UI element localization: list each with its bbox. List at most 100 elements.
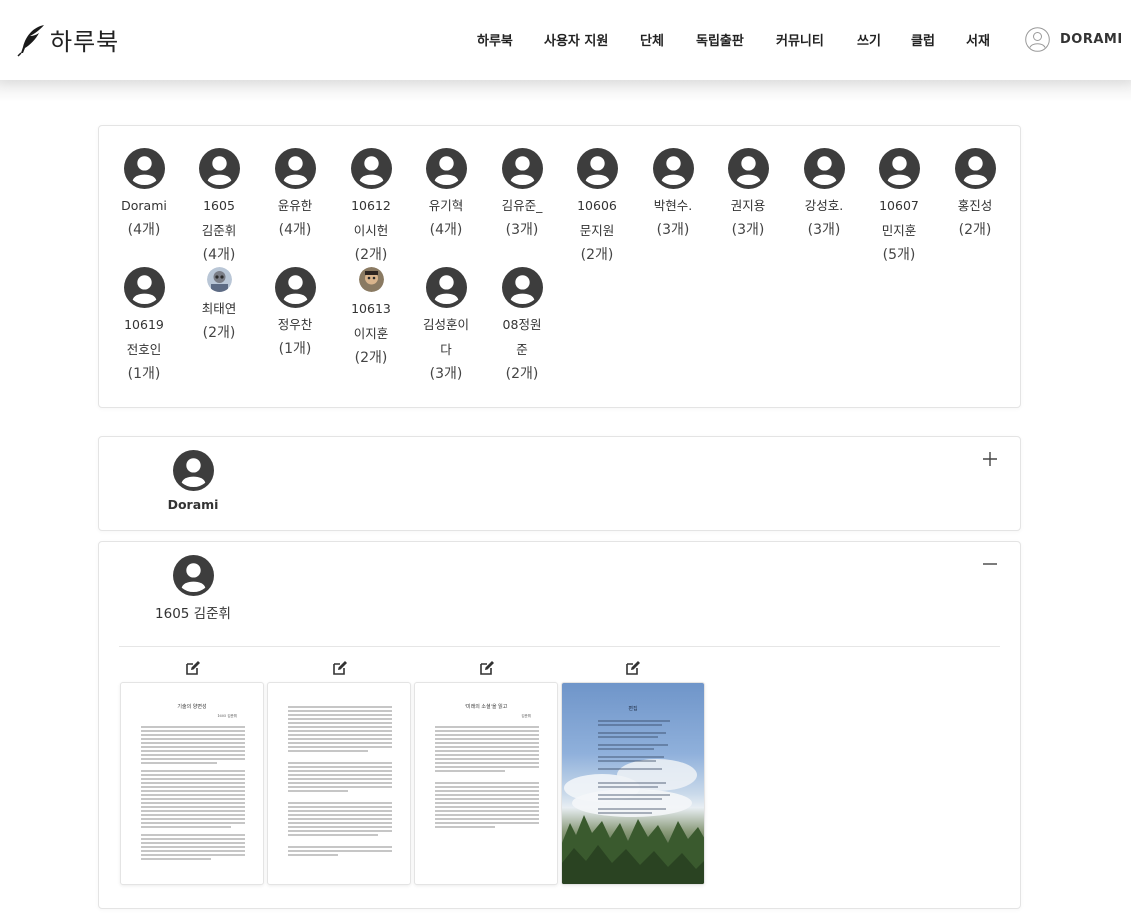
divider — [119, 646, 1000, 647]
user-avatar-icon — [274, 148, 316, 189]
user-avatar-icon — [123, 148, 165, 189]
author-count: (4개) — [202, 247, 236, 263]
nav-groups[interactable]: 단체 — [640, 30, 664, 49]
author-item[interactable]: 10619전호인 (1개) — [109, 267, 179, 387]
author-item[interactable]: Dorami (4개) — [109, 148, 179, 243]
user-avatar-icon — [954, 148, 996, 189]
user-avatar-icon — [727, 148, 769, 189]
user-profile-icon[interactable] — [1025, 27, 1050, 52]
nav-user-support[interactable]: 사용자 지원 — [544, 30, 608, 49]
author-name: 10607 민지훈 — [879, 198, 919, 238]
author-name: 10612 이시헌 — [351, 198, 391, 238]
author-name: 10619전호인 — [124, 317, 164, 357]
author-item[interactable]: 10606 문지원 (2개) — [562, 148, 632, 268]
author-count: (2개) — [202, 325, 236, 341]
author-group-kimjunhwi: 1605 김준휘 기술의 양면성 1605 김준휘 '미래의 소셜'을 읽고 김… — [98, 541, 1021, 909]
author-item[interactable]: 정우찬 (1개) — [260, 267, 330, 362]
author-name: 강성호. — [804, 198, 844, 213]
text-lines-graphic — [288, 706, 392, 856]
author-list-panel: Dorami (4개) 1605 김준휘 (4개) 윤유한 (4개) 10612… — [98, 125, 1021, 408]
author-name: 1605 김준휘 — [201, 198, 237, 238]
author-item[interactable]: 강성호. (3개) — [789, 148, 859, 243]
nav-indie-publishing[interactable]: 독립출판 — [696, 30, 744, 49]
edit-icon[interactable] — [625, 660, 641, 676]
user-avatar-icon — [123, 267, 165, 308]
author-count: (4개) — [127, 222, 161, 238]
author-count: (1개) — [127, 366, 161, 382]
nav-harubook[interactable]: 하루북 — [477, 30, 513, 49]
group-header[interactable]: Dorami — [143, 450, 243, 512]
author-count: (2개) — [354, 247, 388, 263]
author-name: 김유준_ — [501, 198, 543, 213]
author-name: 최태연 — [201, 301, 237, 316]
group-header[interactable]: 1605 김준휘 — [143, 555, 243, 622]
nav-club[interactable]: 클럽 — [911, 30, 935, 49]
author-count: (5개) — [882, 247, 916, 263]
author-item[interactable]: 김유준_ (3개) — [487, 148, 557, 243]
user-name[interactable]: DORAMI — [1060, 32, 1123, 47]
user-avatar-icon — [878, 148, 920, 189]
group-author-name: 1605 김준휘 — [155, 606, 231, 622]
site-header: 하루북 하루북 사용자 지원 단체 독립출판 커뮤니티 쓰기 클럽 서재 DOR… — [0, 0, 1131, 80]
author-count: (3개) — [429, 366, 463, 382]
expand-plus-icon[interactable] — [982, 451, 998, 467]
header-shadow — [0, 80, 1131, 102]
user-avatar-icon — [501, 148, 543, 189]
author-name: 정우찬 — [277, 317, 313, 332]
author-count: (2개) — [580, 247, 614, 263]
text-lines-graphic — [141, 726, 245, 860]
user-avatar-icon — [350, 148, 392, 189]
author-count: (3개) — [807, 222, 841, 238]
author-count: (1개) — [278, 341, 312, 357]
user-avatar-icon — [803, 148, 845, 189]
author-count: (2개) — [505, 366, 539, 382]
book-thumbnail[interactable] — [267, 682, 411, 885]
author-name: 김성훈이다 — [423, 317, 470, 357]
book-thumbnail-photo[interactable]: 편집 — [561, 682, 705, 885]
user-avatar-icon — [501, 267, 543, 308]
sky-trees-photo — [562, 720, 704, 884]
author-name: 10613이지훈 — [351, 301, 391, 341]
edit-icon[interactable] — [332, 660, 348, 676]
author-count: (3개) — [505, 222, 539, 238]
author-photo-avatar — [206, 267, 232, 292]
author-name: Dorami — [121, 198, 167, 213]
edit-icon[interactable] — [185, 660, 201, 676]
author-count: (3개) — [656, 222, 690, 238]
user-avatar-icon — [198, 148, 240, 189]
nav-library[interactable]: 서재 — [966, 30, 990, 49]
author-item[interactable]: 홍진성 (2개) — [940, 148, 1010, 243]
author-name: 권지용 — [730, 198, 766, 213]
author-item[interactable]: 김성훈이다 (3개) — [411, 267, 481, 387]
author-item[interactable]: 08정원준 (2개) — [487, 267, 557, 387]
author-item[interactable]: 권지용 (3개) — [713, 148, 783, 243]
author-item[interactable]: 최태연 (2개) — [184, 267, 254, 346]
collapse-minus-icon[interactable] — [982, 556, 998, 572]
user-avatar-icon — [425, 148, 467, 189]
author-group-dorami: Dorami — [98, 436, 1021, 531]
author-name: 윤유한 — [277, 198, 313, 213]
author-count: (2개) — [354, 350, 388, 366]
nav-write[interactable]: 쓰기 — [857, 30, 881, 49]
edit-icon[interactable] — [479, 660, 495, 676]
user-avatar-icon — [652, 148, 694, 189]
author-count: (2개) — [958, 222, 992, 238]
author-name: 10606 문지원 — [577, 198, 617, 238]
author-item[interactable]: 박현수. (3개) — [638, 148, 708, 243]
author-item[interactable]: 10613이지훈 (2개) — [336, 267, 406, 371]
author-item[interactable]: 유기혁 (4개) — [411, 148, 481, 243]
author-item[interactable]: 윤유한 (4개) — [260, 148, 330, 243]
book-thumbnail[interactable]: '미래의 소셜'을 읽고 김준휘 — [414, 682, 558, 885]
user-avatar-icon — [425, 267, 467, 308]
main-nav: 하루북 사용자 지원 단체 독립출판 커뮤니티 쓰기 클럽 서재 — [0, 30, 1131, 50]
author-item[interactable]: 10612 이시헌 (2개) — [336, 148, 406, 268]
user-avatar-icon — [576, 148, 618, 189]
user-avatar-icon — [172, 450, 214, 491]
author-name: 박현수. — [653, 198, 693, 213]
author-item[interactable]: 10607 민지훈 (5개) — [864, 148, 934, 268]
author-count: (4개) — [278, 222, 312, 238]
author-item[interactable]: 1605 김준휘 (4개) — [184, 148, 254, 268]
author-name: 08정원준 — [502, 317, 542, 357]
nav-community[interactable]: 커뮤니티 — [776, 30, 824, 49]
book-thumbnail[interactable]: 기술의 양면성 1605 김준휘 — [120, 682, 264, 885]
